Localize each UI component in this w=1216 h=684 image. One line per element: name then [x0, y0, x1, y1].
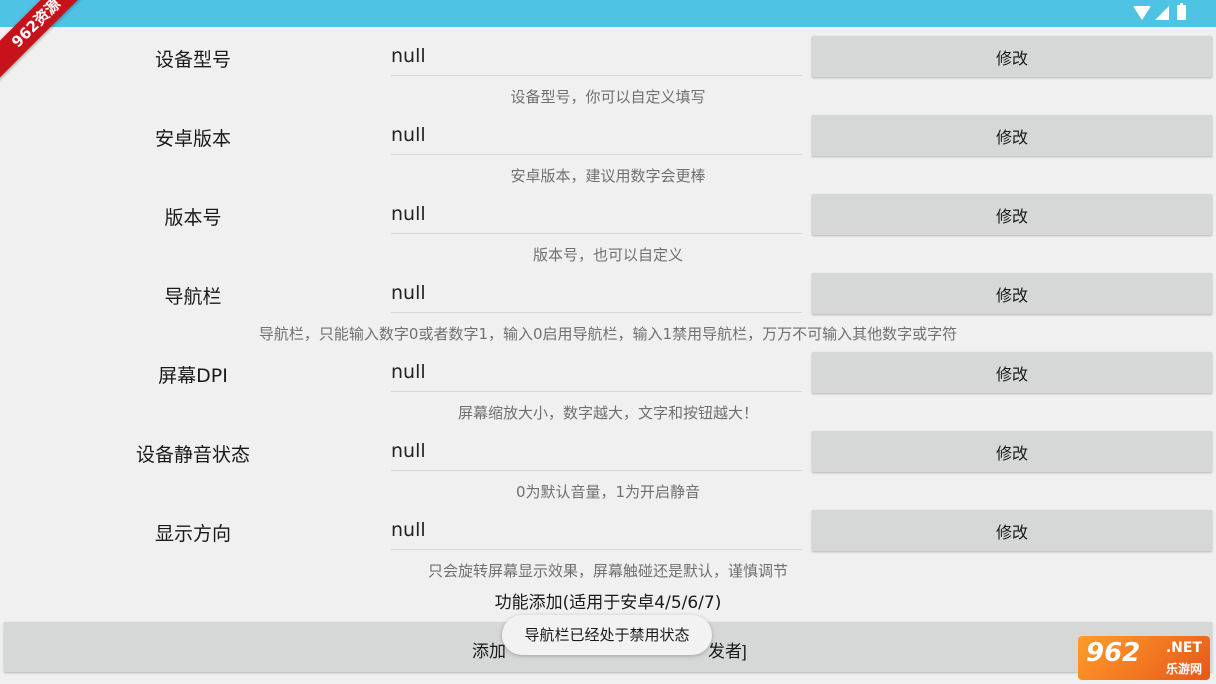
edit-button[interactable]: 修改 [812, 194, 1212, 235]
add-button-label-right: 发者] [708, 642, 747, 661]
site-watermark-logo: 962 .NET 乐游网 [1078, 636, 1210, 680]
setting-hint: 设备型号，你可以自定义填写 [510, 88, 706, 106]
setting-value-input[interactable]: null [391, 45, 426, 67]
setting-row: 设备静音状态 null 修改 [0, 425, 1216, 477]
setting-label: 设备型号 [154, 49, 231, 71]
edit-button[interactable]: 修改 [812, 115, 1212, 156]
setting-value-input[interactable]: null [391, 203, 426, 225]
setting-value-input[interactable]: null [391, 361, 426, 383]
watermark-net: .NET [1165, 640, 1202, 656]
status-bar [0, 0, 1216, 27]
input-underline [391, 154, 802, 155]
setting-value-input[interactable]: null [391, 519, 426, 541]
edit-button[interactable]: 修改 [812, 273, 1212, 314]
setting-row: 安卓版本 null 修改 [0, 109, 1216, 161]
setting-value-input[interactable]: null [391, 440, 426, 462]
setting-label: 设备静音状态 [135, 444, 250, 466]
setting-label: 显示方向 [154, 523, 231, 545]
setting-value-input[interactable]: null [391, 282, 426, 304]
edit-button[interactable]: 修改 [812, 431, 1212, 472]
watermark-number: 962 [1086, 638, 1141, 668]
input-underline [391, 312, 802, 313]
section-title: 功能添加(适用于安卓4/5/6/7) [494, 593, 722, 613]
edit-button[interactable]: 修改 [812, 510, 1212, 551]
signal-icon [1155, 5, 1169, 20]
setting-label: 安卓版本 [154, 128, 231, 150]
input-underline [391, 470, 802, 471]
setting-hint: 安卓版本，建议用数字会更棒 [510, 167, 706, 185]
setting-hint: 屏幕缩放大小，数字越大，文字和按钮越大！ [457, 404, 758, 422]
battery-icon [1177, 3, 1186, 20]
setting-hint: 导航栏，只能输入数字0或者数字1，输入0启用导航栏，输入1禁用导航栏，万万不可输… [258, 325, 958, 343]
input-underline [391, 75, 802, 76]
toast-message: 导航栏已经处于禁用状态 [502, 615, 712, 655]
setting-row: 屏幕DPI null 修改 [0, 346, 1216, 398]
setting-hint: 版本号，也可以自定义 [532, 246, 683, 264]
edit-button[interactable]: 修改 [812, 36, 1212, 77]
setting-row: 导航栏 null 修改 [0, 267, 1216, 319]
input-underline [391, 549, 802, 550]
watermark-cn: 乐游网 [1165, 662, 1202, 676]
setting-label: 版本号 [164, 207, 222, 229]
add-button-label-left: 添加 [472, 642, 506, 661]
setting-row: 显示方向 null 修改 [0, 504, 1216, 556]
setting-value-input[interactable]: null [391, 124, 426, 146]
setting-hint: 只会旋转屏幕显示效果，屏幕触碰还是默认，谨慎调节 [427, 562, 788, 580]
setting-row: 版本号 null 修改 [0, 188, 1216, 240]
input-underline [391, 233, 802, 234]
status-icons [1133, 3, 1186, 20]
input-underline [391, 391, 802, 392]
setting-label: 导航栏 [164, 286, 222, 308]
setting-hint: 0为默认音量，1为开启静音 [515, 483, 701, 501]
setting-row: 设备型号 null 修改 [0, 30, 1216, 82]
setting-label: 屏幕DPI [158, 365, 228, 387]
wifi-icon [1133, 5, 1151, 20]
edit-button[interactable]: 修改 [812, 352, 1212, 393]
